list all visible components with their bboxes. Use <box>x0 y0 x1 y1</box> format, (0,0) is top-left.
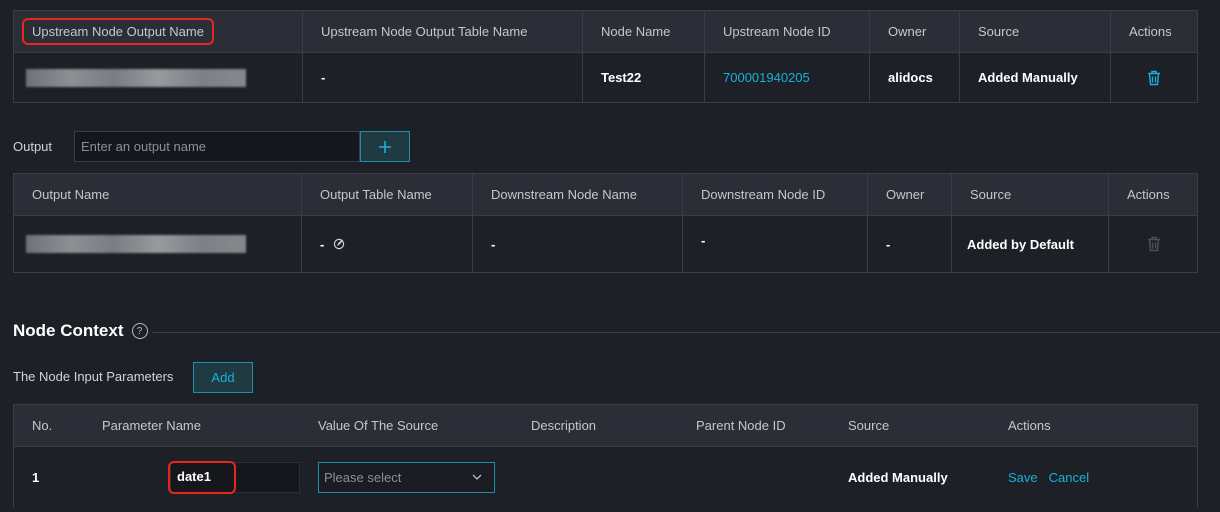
header-source: Source <box>848 418 890 433</box>
output-table-header: Output Name Output Table Name Downstream… <box>14 174 1197 216</box>
upstream-node-id-cell: 700001940205 <box>705 53 870 102</box>
header-output-name: Output Name <box>14 174 302 215</box>
header-upstream-output-name: Upstream Node Output Name <box>22 18 214 45</box>
header-parameter-name: Parameter Name <box>102 418 201 433</box>
header-owner: Owner <box>870 11 960 52</box>
header-description: Description <box>531 418 597 433</box>
header-upstream-output-name-cell: Upstream Node Output Name <box>14 11 303 52</box>
params-table-header: No. Parameter Name Value Of The Source D… <box>14 405 1197 447</box>
table-row: 1 date1 Please select Added Manually Sav… <box>14 447 1197 507</box>
source-value: Added Manually <box>848 469 948 485</box>
output-name-input[interactable]: Enter an output name <box>74 131 360 162</box>
upstream-table: Upstream Node Output Name Upstream Node … <box>13 10 1198 103</box>
input-params-label: The Node Input Parameters <box>13 369 174 384</box>
parameter-name-value: date1 <box>168 460 236 494</box>
header-downstream-node-id: Downstream Node ID <box>683 174 868 215</box>
redacted-value <box>26 235 246 253</box>
header-no: No. <box>32 418 53 433</box>
edit-icon[interactable] <box>333 238 345 250</box>
header-actions: Actions <box>1008 418 1051 433</box>
header-owner: Owner <box>868 174 952 215</box>
source-value: Added by Default <box>952 216 1109 272</box>
header-output-table-name: Output Table Name <box>302 174 473 215</box>
upstream-output-name-cell <box>14 53 303 102</box>
output-table-name-value: - <box>320 236 325 252</box>
trash-icon <box>1148 236 1160 252</box>
actions-cell: Save Cancel <box>990 447 1197 507</box>
node-name-value: Test22 <box>583 53 705 102</box>
header-parent-node-id: Parent Node ID <box>696 418 786 433</box>
actions-cell <box>1111 53 1197 102</box>
row-number: 1 <box>32 469 40 485</box>
actions-cell <box>1109 216 1197 272</box>
upstream-table-header: Upstream Node Output Name Upstream Node … <box>14 11 1197 53</box>
section-divider <box>152 332 1220 333</box>
params-table: No. Parameter Name Value Of The Source D… <box>13 404 1198 508</box>
upstream-table-name-value: - <box>303 53 583 102</box>
help-icon[interactable]: ? <box>131 323 148 339</box>
downstream-node-name-value: - <box>473 216 683 272</box>
output-input-row: Output Enter an output name <box>13 131 410 162</box>
redacted-value <box>26 68 246 87</box>
header-downstream-node-name: Downstream Node Name <box>473 174 683 215</box>
trash-icon[interactable] <box>1147 70 1161 86</box>
add-output-button[interactable] <box>360 131 410 162</box>
parameter-name-input[interactable]: date1 <box>168 460 300 494</box>
save-link[interactable]: Save <box>1008 470 1038 485</box>
table-row: - - - - Added by Default <box>14 216 1197 272</box>
value-source-cell: Please select <box>300 447 513 507</box>
plus-icon <box>379 140 391 153</box>
parameter-name-cell: date1 <box>84 447 300 507</box>
chevron-down-icon <box>472 474 482 480</box>
parent-node-id-cell <box>678 447 830 507</box>
owner-value: alidocs <box>870 53 960 102</box>
header-upstream-output-table-name: Upstream Node Output Table Name <box>303 11 583 52</box>
cancel-link[interactable]: Cancel <box>1049 470 1089 485</box>
node-context-title-text: Node Context <box>13 321 124 340</box>
downstream-node-id-value: - <box>683 216 868 272</box>
owner-value: - <box>868 216 952 272</box>
header-source: Source <box>960 11 1111 52</box>
header-source: Source <box>952 174 1109 215</box>
value-source-select[interactable]: Please select <box>318 461 495 493</box>
header-actions: Actions <box>1127 187 1170 202</box>
header-node-name: Node Name <box>583 11 705 52</box>
table-row: - Test22 700001940205 alidocs Added Manu… <box>14 53 1197 102</box>
output-label: Output <box>13 139 53 154</box>
node-context-title: Node Context ? <box>13 321 148 341</box>
upstream-node-id-link[interactable]: 700001940205 <box>723 70 810 85</box>
output-name-cell <box>14 216 302 272</box>
description-cell <box>513 447 678 507</box>
header-actions: Actions <box>1129 24 1172 39</box>
header-upstream-node-id: Upstream Node ID <box>705 11 870 52</box>
select-placeholder: Please select <box>324 469 402 485</box>
output-table-name-cell: - <box>302 216 473 272</box>
add-parameter-button[interactable]: Add <box>193 362 253 393</box>
source-value: Added Manually <box>960 53 1111 102</box>
header-value-of-source: Value Of The Source <box>318 418 439 433</box>
output-table: Output Name Output Table Name Downstream… <box>13 173 1198 273</box>
